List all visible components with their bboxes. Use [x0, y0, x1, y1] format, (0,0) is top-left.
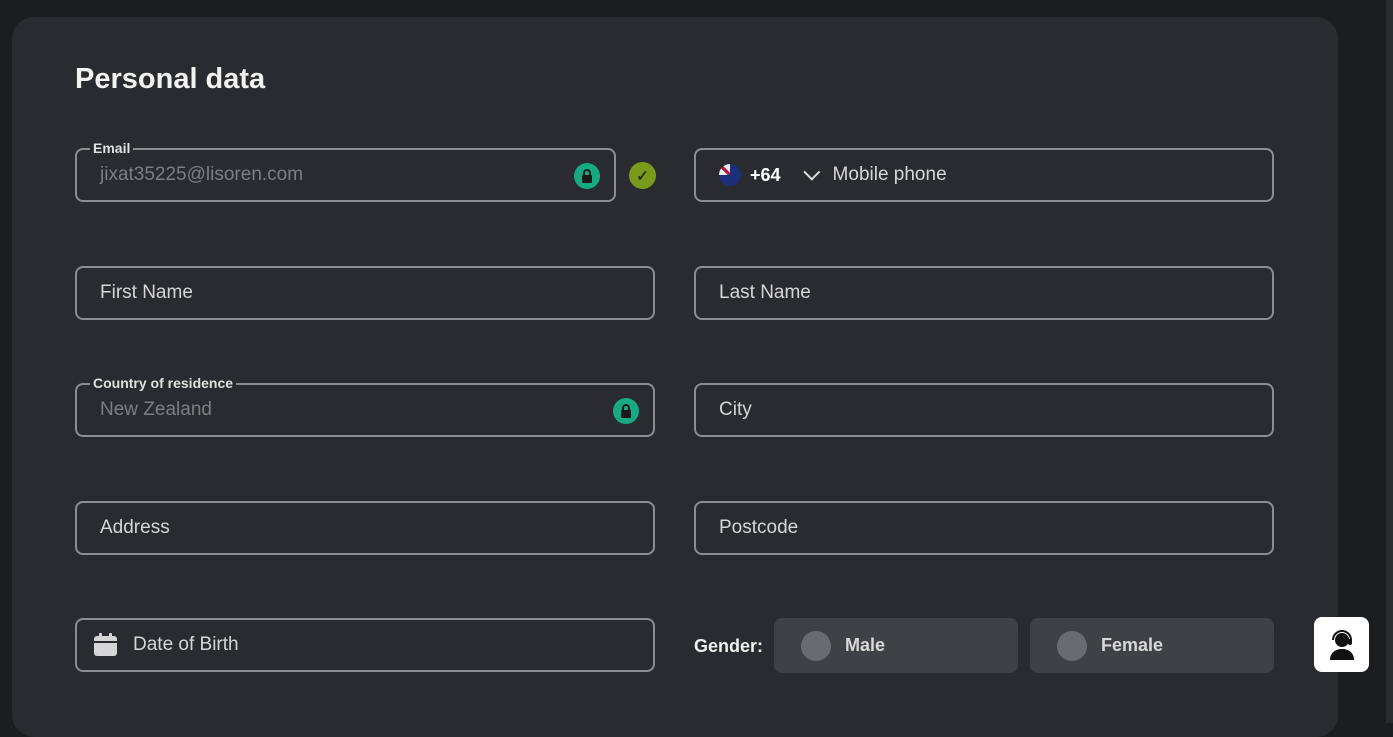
postcode-placeholder: Postcode	[719, 517, 799, 538]
gender-label: Gender:	[694, 636, 764, 656]
female-label: Female	[1101, 635, 1164, 655]
email-label: Email	[90, 140, 134, 156]
headset-user-icon	[1328, 629, 1356, 660]
gender-option-male[interactable]: Male	[774, 618, 1018, 673]
country-value: New Zealand	[100, 399, 212, 420]
country-label: Country of residence	[90, 375, 237, 391]
chevron-down-icon[interactable]	[802, 163, 820, 181]
gender-option-female[interactable]: Female	[1030, 618, 1274, 673]
page-title: Personal data	[75, 63, 266, 95]
address-placeholder: Address	[100, 517, 170, 538]
date-of-birth-placeholder: Date of Birth	[133, 634, 239, 655]
radio-icon	[1057, 630, 1087, 661]
lock-icon	[613, 398, 639, 424]
email-value: jixat35225@lisoren.com	[100, 164, 304, 185]
mobile-phone-field[interactable]: +64 Mobile phone	[694, 148, 1274, 202]
radio-icon	[801, 630, 831, 661]
scrollbar[interactable]	[1386, 0, 1393, 723]
support-chat-button[interactable]	[1314, 617, 1369, 672]
email-field[interactable]: Email jixat35225@lisoren.com	[75, 140, 616, 202]
city-placeholder: City	[719, 399, 752, 420]
first-name-placeholder: First Name	[100, 282, 193, 303]
first-name-field[interactable]: First Name	[75, 266, 655, 320]
postcode-field[interactable]: Postcode	[694, 501, 1274, 555]
calendar-icon	[93, 633, 118, 657]
last-name-placeholder: Last Name	[719, 282, 811, 303]
last-name-field[interactable]: Last Name	[694, 266, 1274, 320]
male-label: Male	[845, 635, 886, 655]
date-of-birth-field[interactable]: Date of Birth	[75, 618, 655, 672]
country-code[interactable]: +64	[750, 165, 781, 186]
verified-check-icon: ✓	[629, 162, 656, 189]
city-field[interactable]: City	[694, 383, 1274, 437]
address-field[interactable]: Address	[75, 501, 655, 555]
lock-icon	[574, 163, 600, 189]
nz-flag-icon	[719, 164, 741, 186]
country-field[interactable]: Country of residence New Zealand	[75, 375, 655, 437]
mobile-phone-placeholder: Mobile phone	[832, 164, 947, 185]
